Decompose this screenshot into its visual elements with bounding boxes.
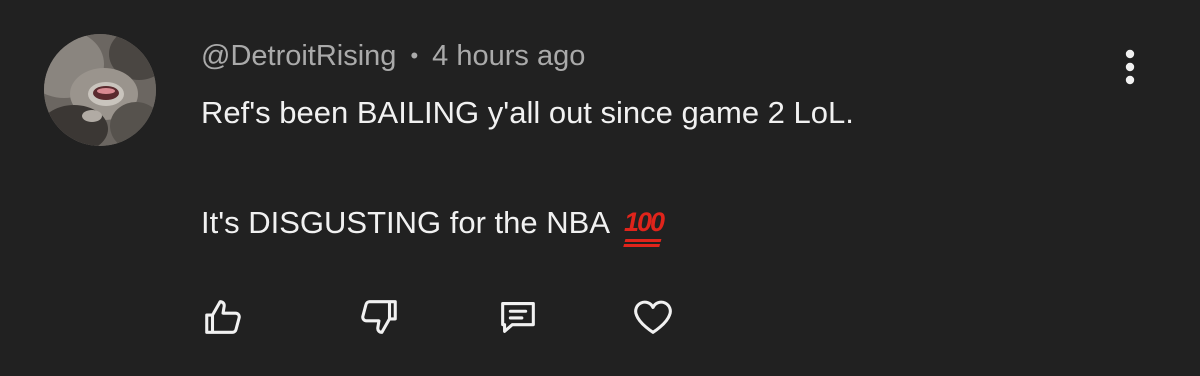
heart-icon: [634, 300, 672, 334]
comment-text-line-1: Ref's been BAILING y'all out since game …: [201, 95, 854, 130]
meta-separator: •: [410, 43, 419, 68]
avatar[interactable]: [44, 34, 156, 146]
heart-button[interactable]: [630, 294, 676, 340]
avatar-image: [44, 34, 156, 146]
dislike-icon: [361, 300, 397, 334]
comment-item: @DetroitRising • 4 hours ago Ref's been …: [0, 0, 1200, 376]
hundred-points-emoji: 100: [624, 207, 665, 237]
comment-text-line-2-text: It's DISGUSTING for the NBA: [201, 205, 611, 240]
comment-timestamp[interactable]: 4 hours ago: [432, 40, 585, 73]
author-name[interactable]: @DetroitRising: [201, 40, 396, 73]
more-options-button[interactable]: [1112, 44, 1148, 90]
like-button[interactable]: [201, 294, 247, 340]
more-vertical-icon: [1125, 49, 1135, 85]
reply-icon: [501, 302, 535, 333]
comment-meta: @DetroitRising • 4 hours ago: [201, 37, 585, 75]
like-icon: [205, 300, 241, 334]
comment-text-line-2: It's DISGUSTING for the NBA 100: [201, 205, 665, 241]
dislike-button[interactable]: [355, 294, 401, 340]
reply-button[interactable]: [495, 294, 541, 340]
